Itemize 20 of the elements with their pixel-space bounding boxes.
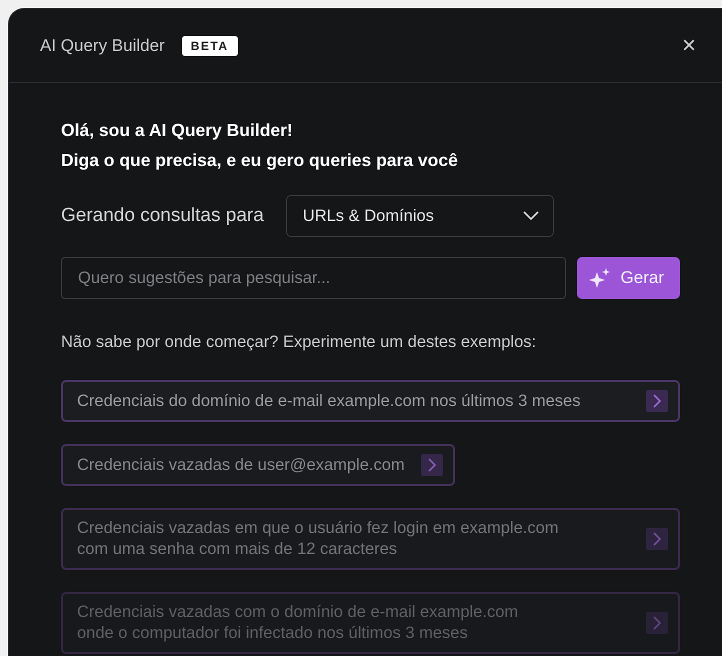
chevron-down-icon	[522, 211, 539, 221]
example-query-button[interactable]: Credenciais do domínio de e-mail example.com nos últimos 3 meses	[61, 380, 680, 422]
example-query-button[interactable]: Credenciais vazadas em que o usuário fez login em example.com com uma senha com mais de 12 caracteres	[61, 508, 680, 570]
chevron-right-icon	[646, 528, 668, 550]
generate-button[interactable]: Gerar	[576, 257, 680, 299]
example-query-button[interactable]: Credenciais vazadas com o domínio de e-mail example.com onde o computador foi infectado nos últimos 3 meses	[61, 592, 680, 654]
sparkle-icon	[588, 268, 611, 288]
scope-dropdown[interactable]: URLs & Domínios	[286, 195, 554, 237]
examples-intro: Não sabe por onde começar? Experimente um destes exemplos:	[61, 333, 538, 352]
beta-label: BETA	[182, 36, 238, 56]
greeting-text: Diga o que precisa, e eu gero queries para você	[61, 149, 459, 172]
chevron-right-icon	[646, 390, 668, 412]
query-input-field[interactable]: Quero sugestões para pesquisar...	[61, 257, 566, 299]
chevron-right-icon	[420, 454, 443, 476]
chevron-right-icon	[646, 612, 668, 634]
dialog-title: AI Query Builder	[40, 36, 165, 56]
example-query-button[interactable]: Credenciais vazadas de user@example.com	[61, 444, 455, 486]
close-button[interactable]: ×	[678, 32, 700, 60]
scope-label: Gerando consultas para	[61, 205, 264, 227]
greeting-text: Olá, sou a AI Query Builder!	[61, 119, 294, 142]
